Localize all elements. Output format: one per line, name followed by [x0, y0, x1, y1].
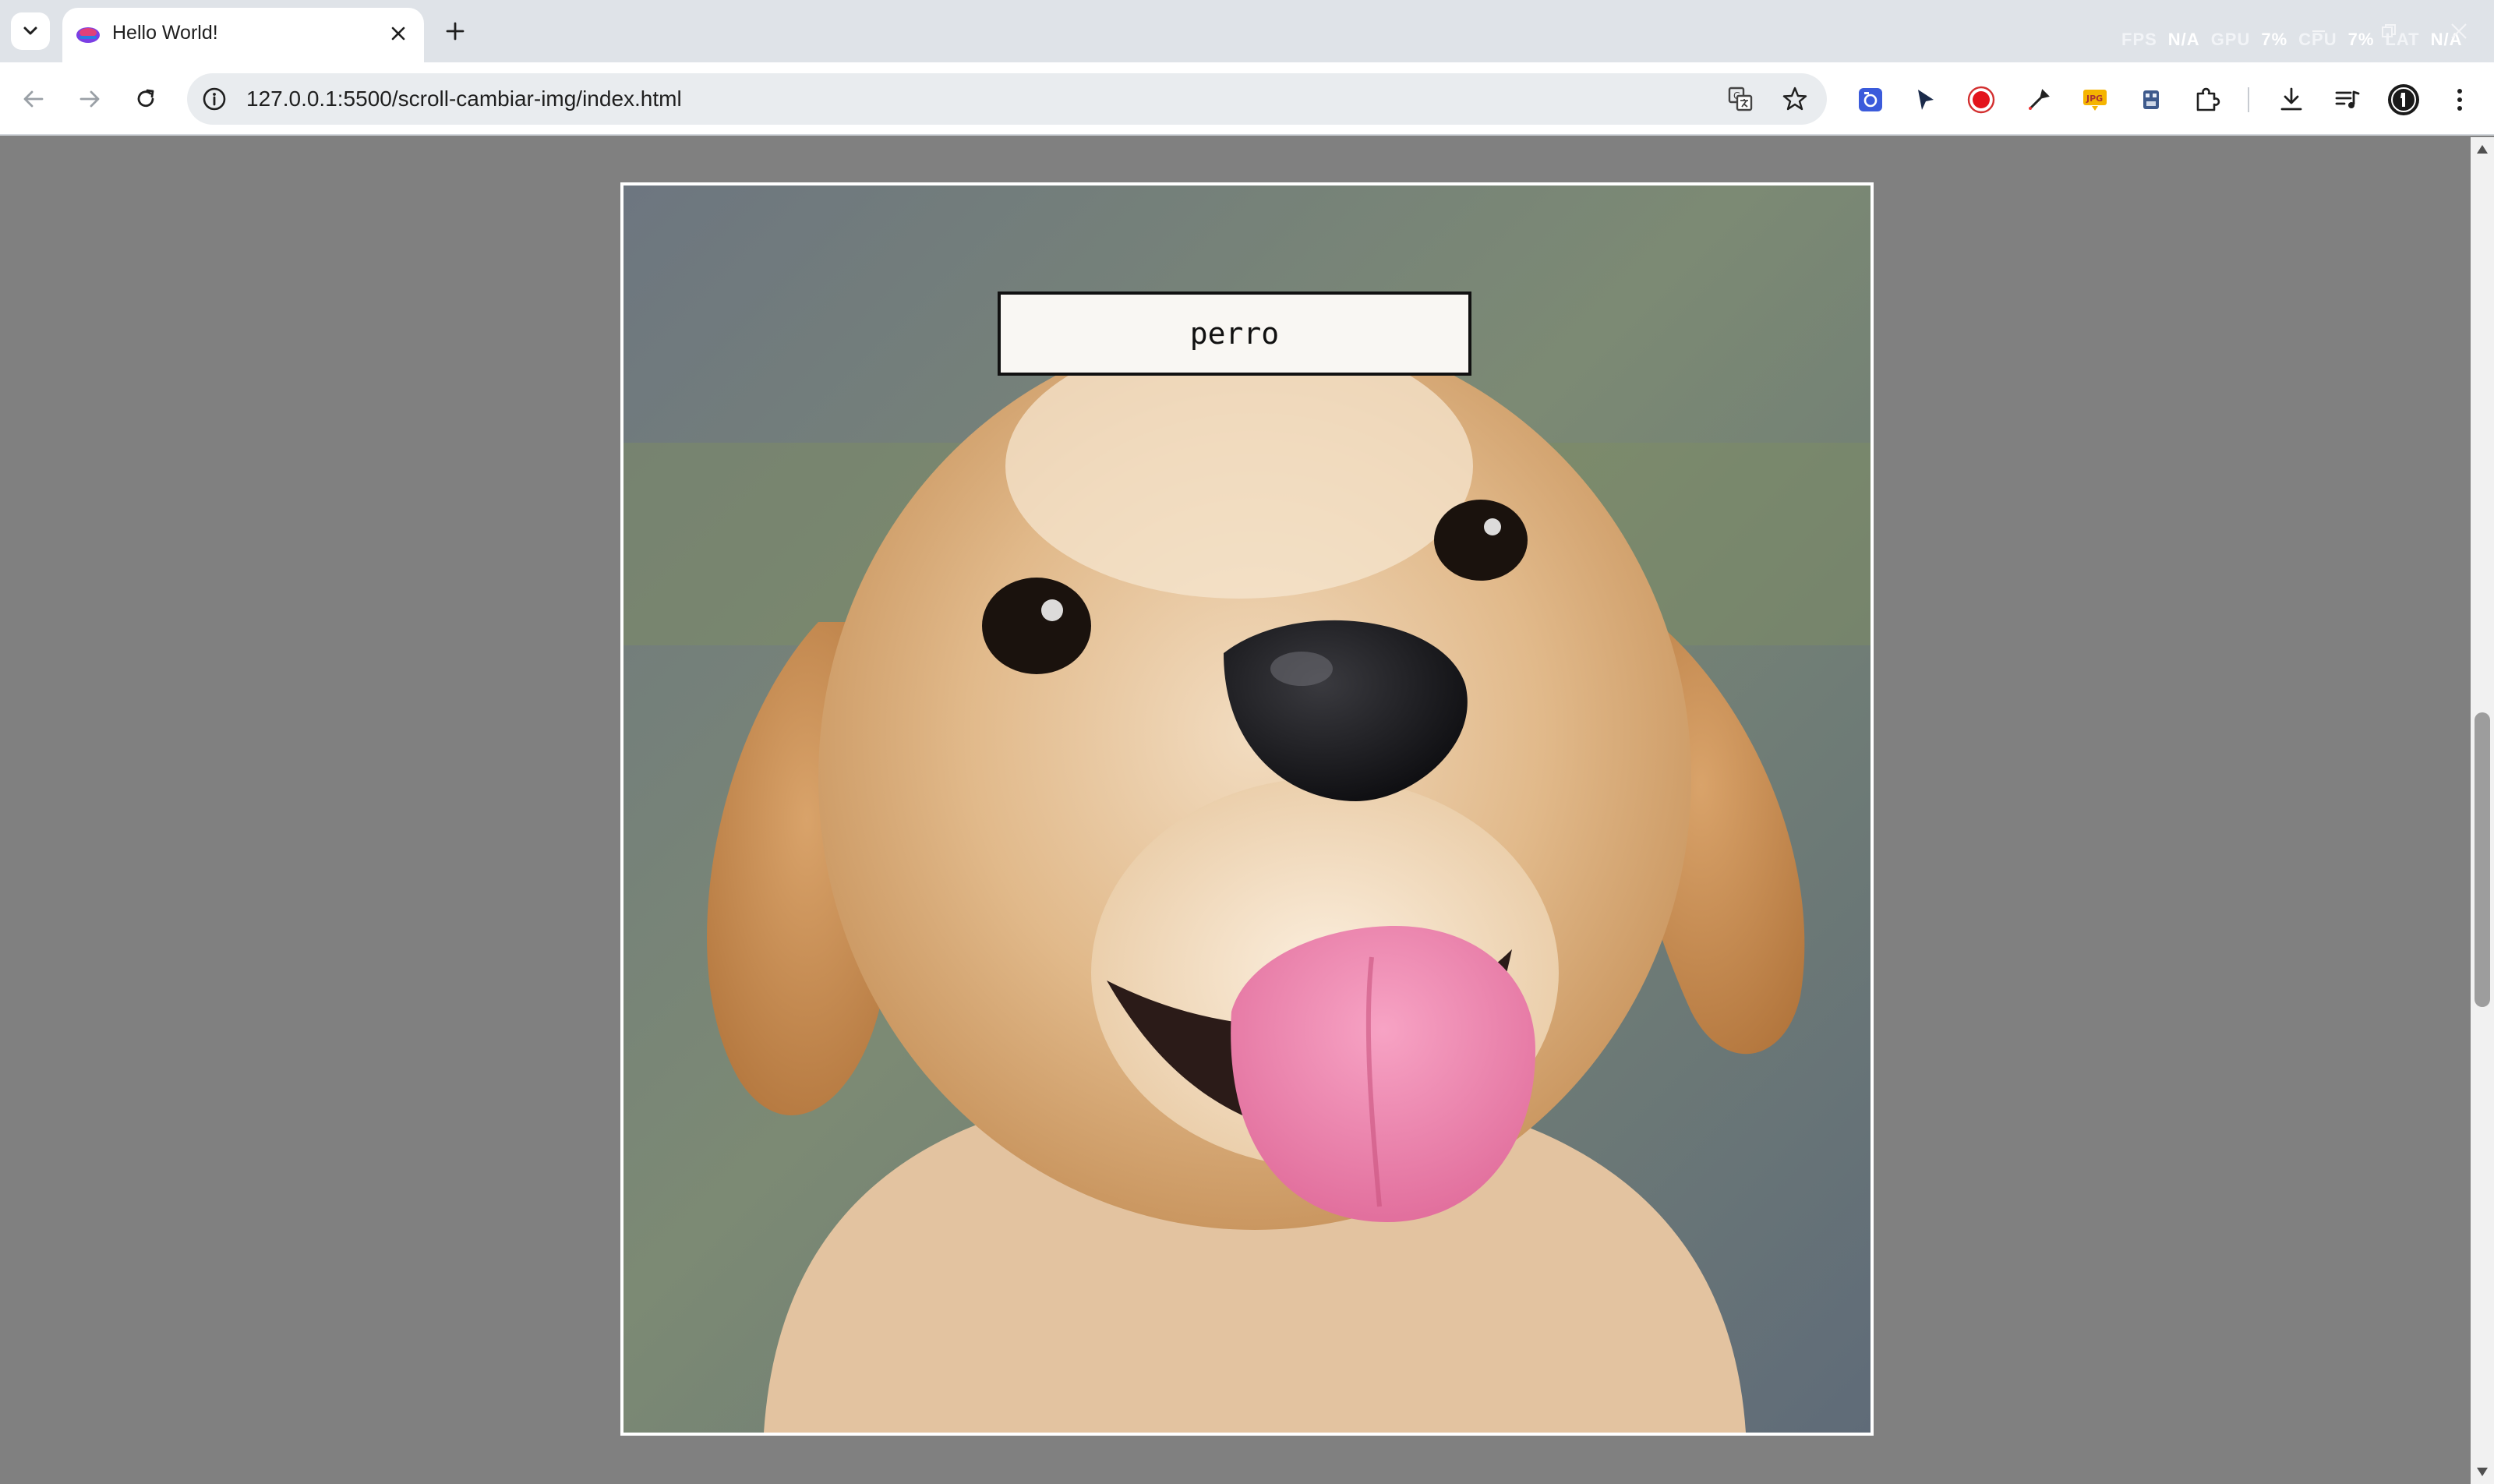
tab-close-button[interactable]	[383, 19, 413, 48]
tab-strip: Hello World! FPS N/A GPU 7% CPU 7% LAT N/A	[0, 0, 2494, 64]
fps-label: FPS	[2121, 30, 2157, 49]
window-controls	[2284, 0, 2494, 62]
robot-icon	[2143, 90, 2159, 109]
star-icon	[1782, 87, 1807, 111]
scrollbar-thumb[interactable]	[2475, 712, 2490, 1007]
extensions-menu-button[interactable]	[2185, 78, 2229, 122]
fps-value: N/A	[2167, 30, 2200, 49]
minimize-icon	[2312, 30, 2325, 32]
download-icon	[2280, 87, 2302, 111]
url-text[interactable]: 127.0.0.1:5500/scroll-cambiar-img/index.…	[246, 87, 682, 111]
window-close-button[interactable]	[2424, 0, 2494, 62]
avatar-icon	[2388, 84, 2419, 115]
chevron-down-icon	[23, 26, 37, 35]
new-tab-button[interactable]	[436, 12, 474, 50]
restore-icon	[2382, 24, 2396, 37]
close-icon	[2451, 23, 2467, 39]
site-info-button[interactable]	[198, 83, 231, 115]
close-icon	[391, 26, 405, 41]
gpu-label: GPU	[2210, 30, 2251, 49]
back-button[interactable]	[14, 80, 53, 118]
page-viewport: perro	[0, 137, 2494, 1484]
playlist-icon	[2335, 90, 2360, 108]
jpg-icon: JPG	[2083, 90, 2107, 111]
caption-box: perro	[998, 292, 1471, 376]
extension-jpg[interactable]: JPG	[2073, 78, 2117, 122]
forward-button[interactable]	[70, 80, 109, 118]
record-icon	[1967, 86, 1995, 114]
arrow-right-icon	[79, 90, 100, 108]
puzzle-icon	[2196, 87, 2220, 111]
svg-text:JPG: JPG	[2086, 94, 2103, 104]
extension-screenshot[interactable]	[1849, 78, 1892, 122]
scroll-up-arrow-icon[interactable]	[2476, 143, 2489, 154]
extension-robot[interactable]	[2129, 78, 2173, 122]
restore-button[interactable]	[2354, 0, 2424, 62]
bookmark-button[interactable]	[1777, 81, 1813, 117]
browser-toolbar: 127.0.0.1:5500/scroll-cambiar-img/index.…	[0, 62, 2494, 136]
extension-cursor[interactable]	[1903, 78, 1947, 122]
translate-button[interactable]: G	[1722, 81, 1758, 117]
caption-text: perro	[1189, 316, 1280, 351]
reload-icon	[137, 89, 154, 108]
browser-menu-button[interactable]	[2438, 78, 2482, 122]
extension-eyedropper[interactable]	[2017, 78, 2061, 122]
plus-icon	[446, 22, 465, 41]
arrow-left-icon	[23, 90, 44, 108]
translate-icon: G	[1728, 87, 1753, 111]
reload-button[interactable]	[126, 80, 165, 118]
active-tab[interactable]: Hello World!	[62, 8, 424, 64]
cursor-icon	[1918, 90, 1934, 110]
info-icon	[203, 87, 226, 111]
vertical-scrollbar[interactable]	[2471, 137, 2494, 1484]
eyedropper-icon	[2029, 89, 2050, 110]
minimize-button[interactable]	[2284, 0, 2354, 62]
tab-title: Hello World!	[112, 22, 218, 44]
favicon-icon	[76, 27, 100, 43]
downloads-button[interactable]	[2270, 78, 2313, 122]
screenshot-icon	[1859, 88, 1882, 111]
kebab-menu-icon	[2457, 89, 2462, 111]
tab-search-button[interactable]	[11, 12, 50, 50]
extension-record[interactable]	[1959, 78, 2003, 122]
scroll-down-arrow-icon[interactable]	[2476, 1467, 2489, 1478]
profile-button[interactable]	[2382, 78, 2425, 122]
toolbar-separator	[2248, 87, 2249, 112]
media-controls-button[interactable]	[2326, 78, 2369, 122]
address-bar[interactable]: 127.0.0.1:5500/scroll-cambiar-img/index.…	[187, 73, 1827, 125]
